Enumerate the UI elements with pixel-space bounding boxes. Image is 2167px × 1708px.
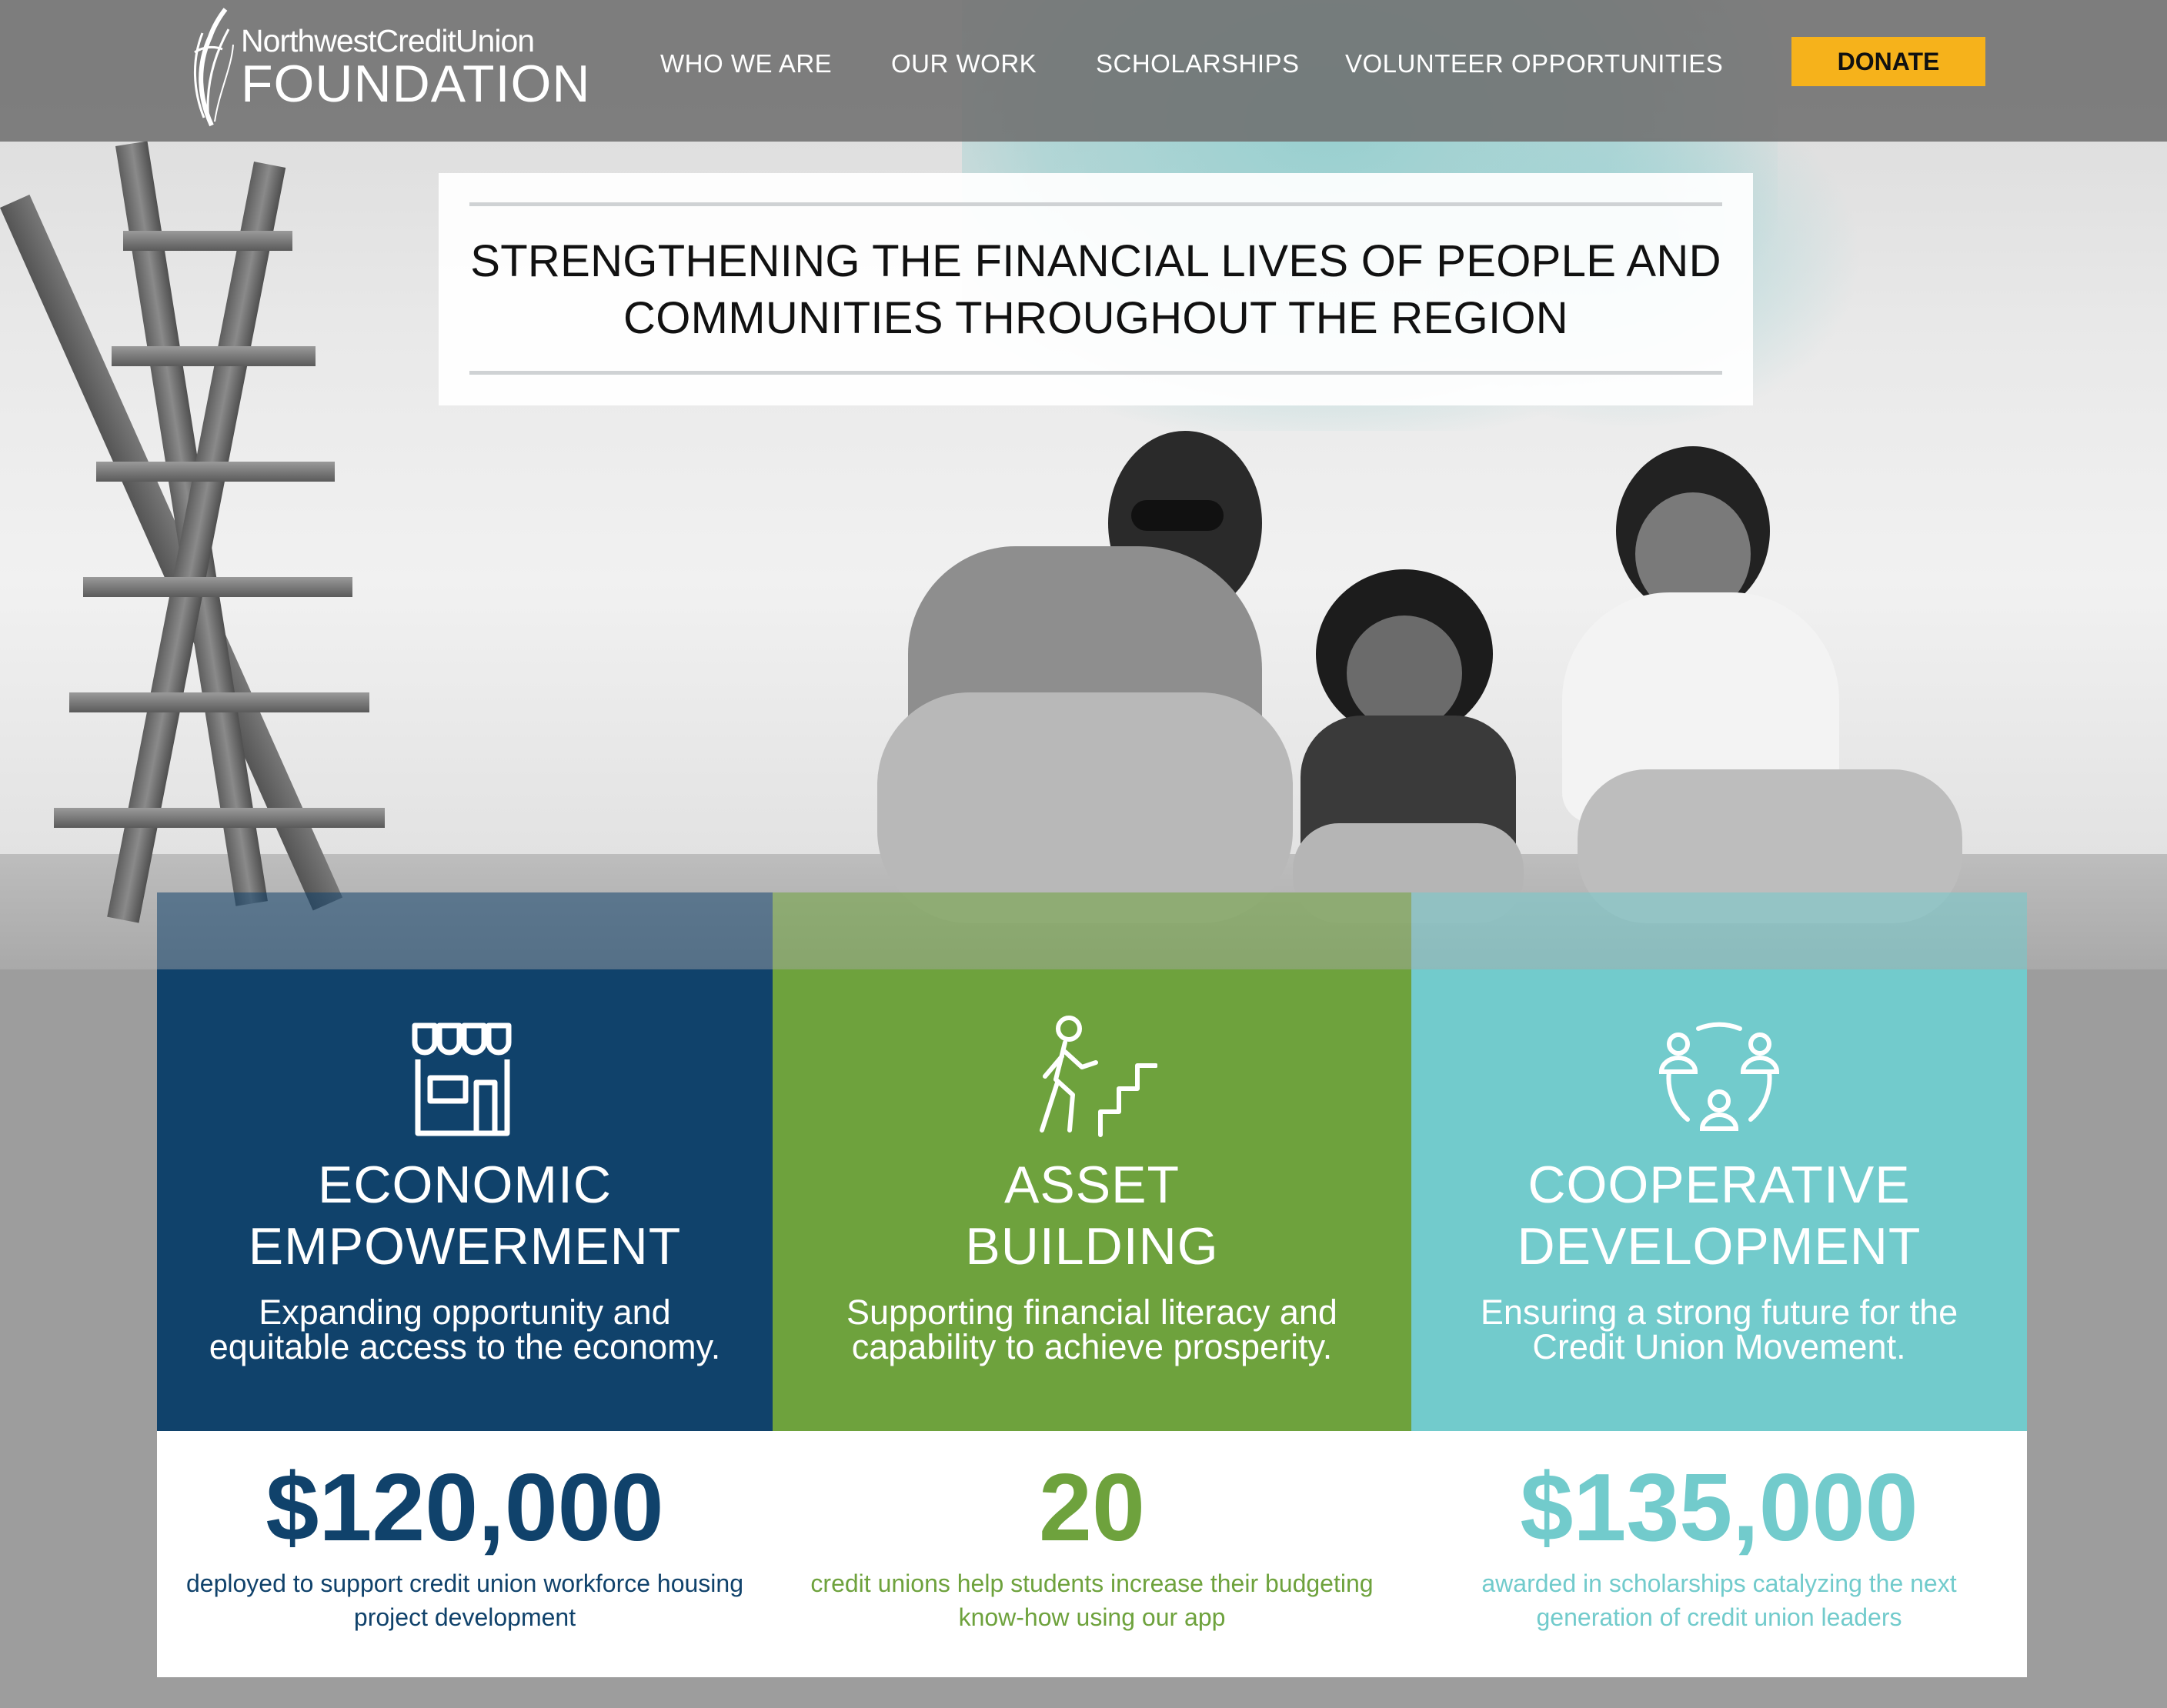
pillar-asset-building[interactable]: ASSET BUILDING Supporting financial lite… [773, 892, 1411, 1431]
logo-tree-icon [193, 8, 234, 127]
pillar-economic-empowerment[interactable]: ECONOMIC EMPOWERMENT Expanding opportuni… [157, 892, 773, 1431]
people-network-icon [1658, 1022, 1780, 1131]
person-climbing-stairs-icon [1040, 1016, 1157, 1137]
pillar-description: Supporting financial literacy and capabi… [846, 1293, 1337, 1366]
person-child [1293, 569, 1524, 923]
logo-wordmark-bottom: FOUNDATION [241, 55, 591, 113]
pillar-title: COOPERATIVE DEVELOPMENT [1517, 1156, 1922, 1276]
stat-caption: credit unions help students increase the… [810, 1570, 1374, 1631]
hero-photo [0, 0, 2167, 969]
hero-headline-line2: COMMUNITIES THROUGHOUT THE REGION [623, 293, 1568, 343]
stat-caption: deployed to support credit union workfor… [186, 1570, 743, 1631]
nav-who-we-are[interactable]: WHO WE ARE [660, 49, 832, 78]
headline-rule-bottom [469, 371, 1722, 375]
person-man [877, 431, 1308, 923]
ladder-illustration [0, 141, 508, 923]
pillar-cooperative-development[interactable]: COOPERATIVE DEVELOPMENT Ensuring a stron… [1411, 892, 2027, 1431]
pillar-title: ASSET BUILDING [965, 1156, 1219, 1276]
pillar-description: Ensuring a strong future for the Credit … [1480, 1293, 1958, 1366]
person-woman [1562, 446, 1962, 923]
hero-headline-line1: STRENGTHENING THE FINANCIAL LIVES OF PEO… [470, 236, 1721, 286]
nav-volunteer-opportunities[interactable]: VOLUNTEER OPPORTUNITIES [1345, 49, 1723, 78]
stat-scholarships: $135,000 awarded in scholarships catalyz… [1411, 1431, 2027, 1677]
stat-value: 20 [1039, 1455, 1145, 1561]
pillar-description: Expanding opportunity and equitable acce… [209, 1293, 721, 1366]
pillar-title: ECONOMIC EMPOWERMENT [248, 1156, 682, 1276]
stat-value: $120,000 [265, 1455, 664, 1561]
donate-button[interactable]: DONATE [1791, 37, 1985, 86]
stat-credit-unions-app: 20 credit unions help students increase … [773, 1431, 1411, 1677]
nav-our-work[interactable]: OUR WORK [891, 49, 1037, 78]
storefront-icon [412, 1022, 512, 1136]
stat-caption: awarded in scholarships catalyzing the n… [1481, 1570, 1957, 1631]
top-nav: NorthwestCreditUnion FOUNDATION WHO WE A… [0, 0, 2167, 142]
hero-headline: STRENGTHENING THE FINANCIAL LIVES OF PEO… [439, 233, 1753, 347]
impact-stats: $120,000 deployed to support credit unio… [157, 1431, 2027, 1677]
nav-scholarships[interactable]: SCHOLARSHIPS [1096, 49, 1300, 78]
foundation-logo[interactable]: NorthwestCreditUnion FOUNDATION [189, 6, 590, 129]
stat-value: $135,000 [1520, 1455, 1918, 1561]
headline-rule-top [469, 202, 1722, 206]
stat-workforce-housing: $120,000 deployed to support credit unio… [157, 1431, 773, 1677]
hero-headline-box: STRENGTHENING THE FINANCIAL LIVES OF PEO… [439, 173, 1753, 405]
